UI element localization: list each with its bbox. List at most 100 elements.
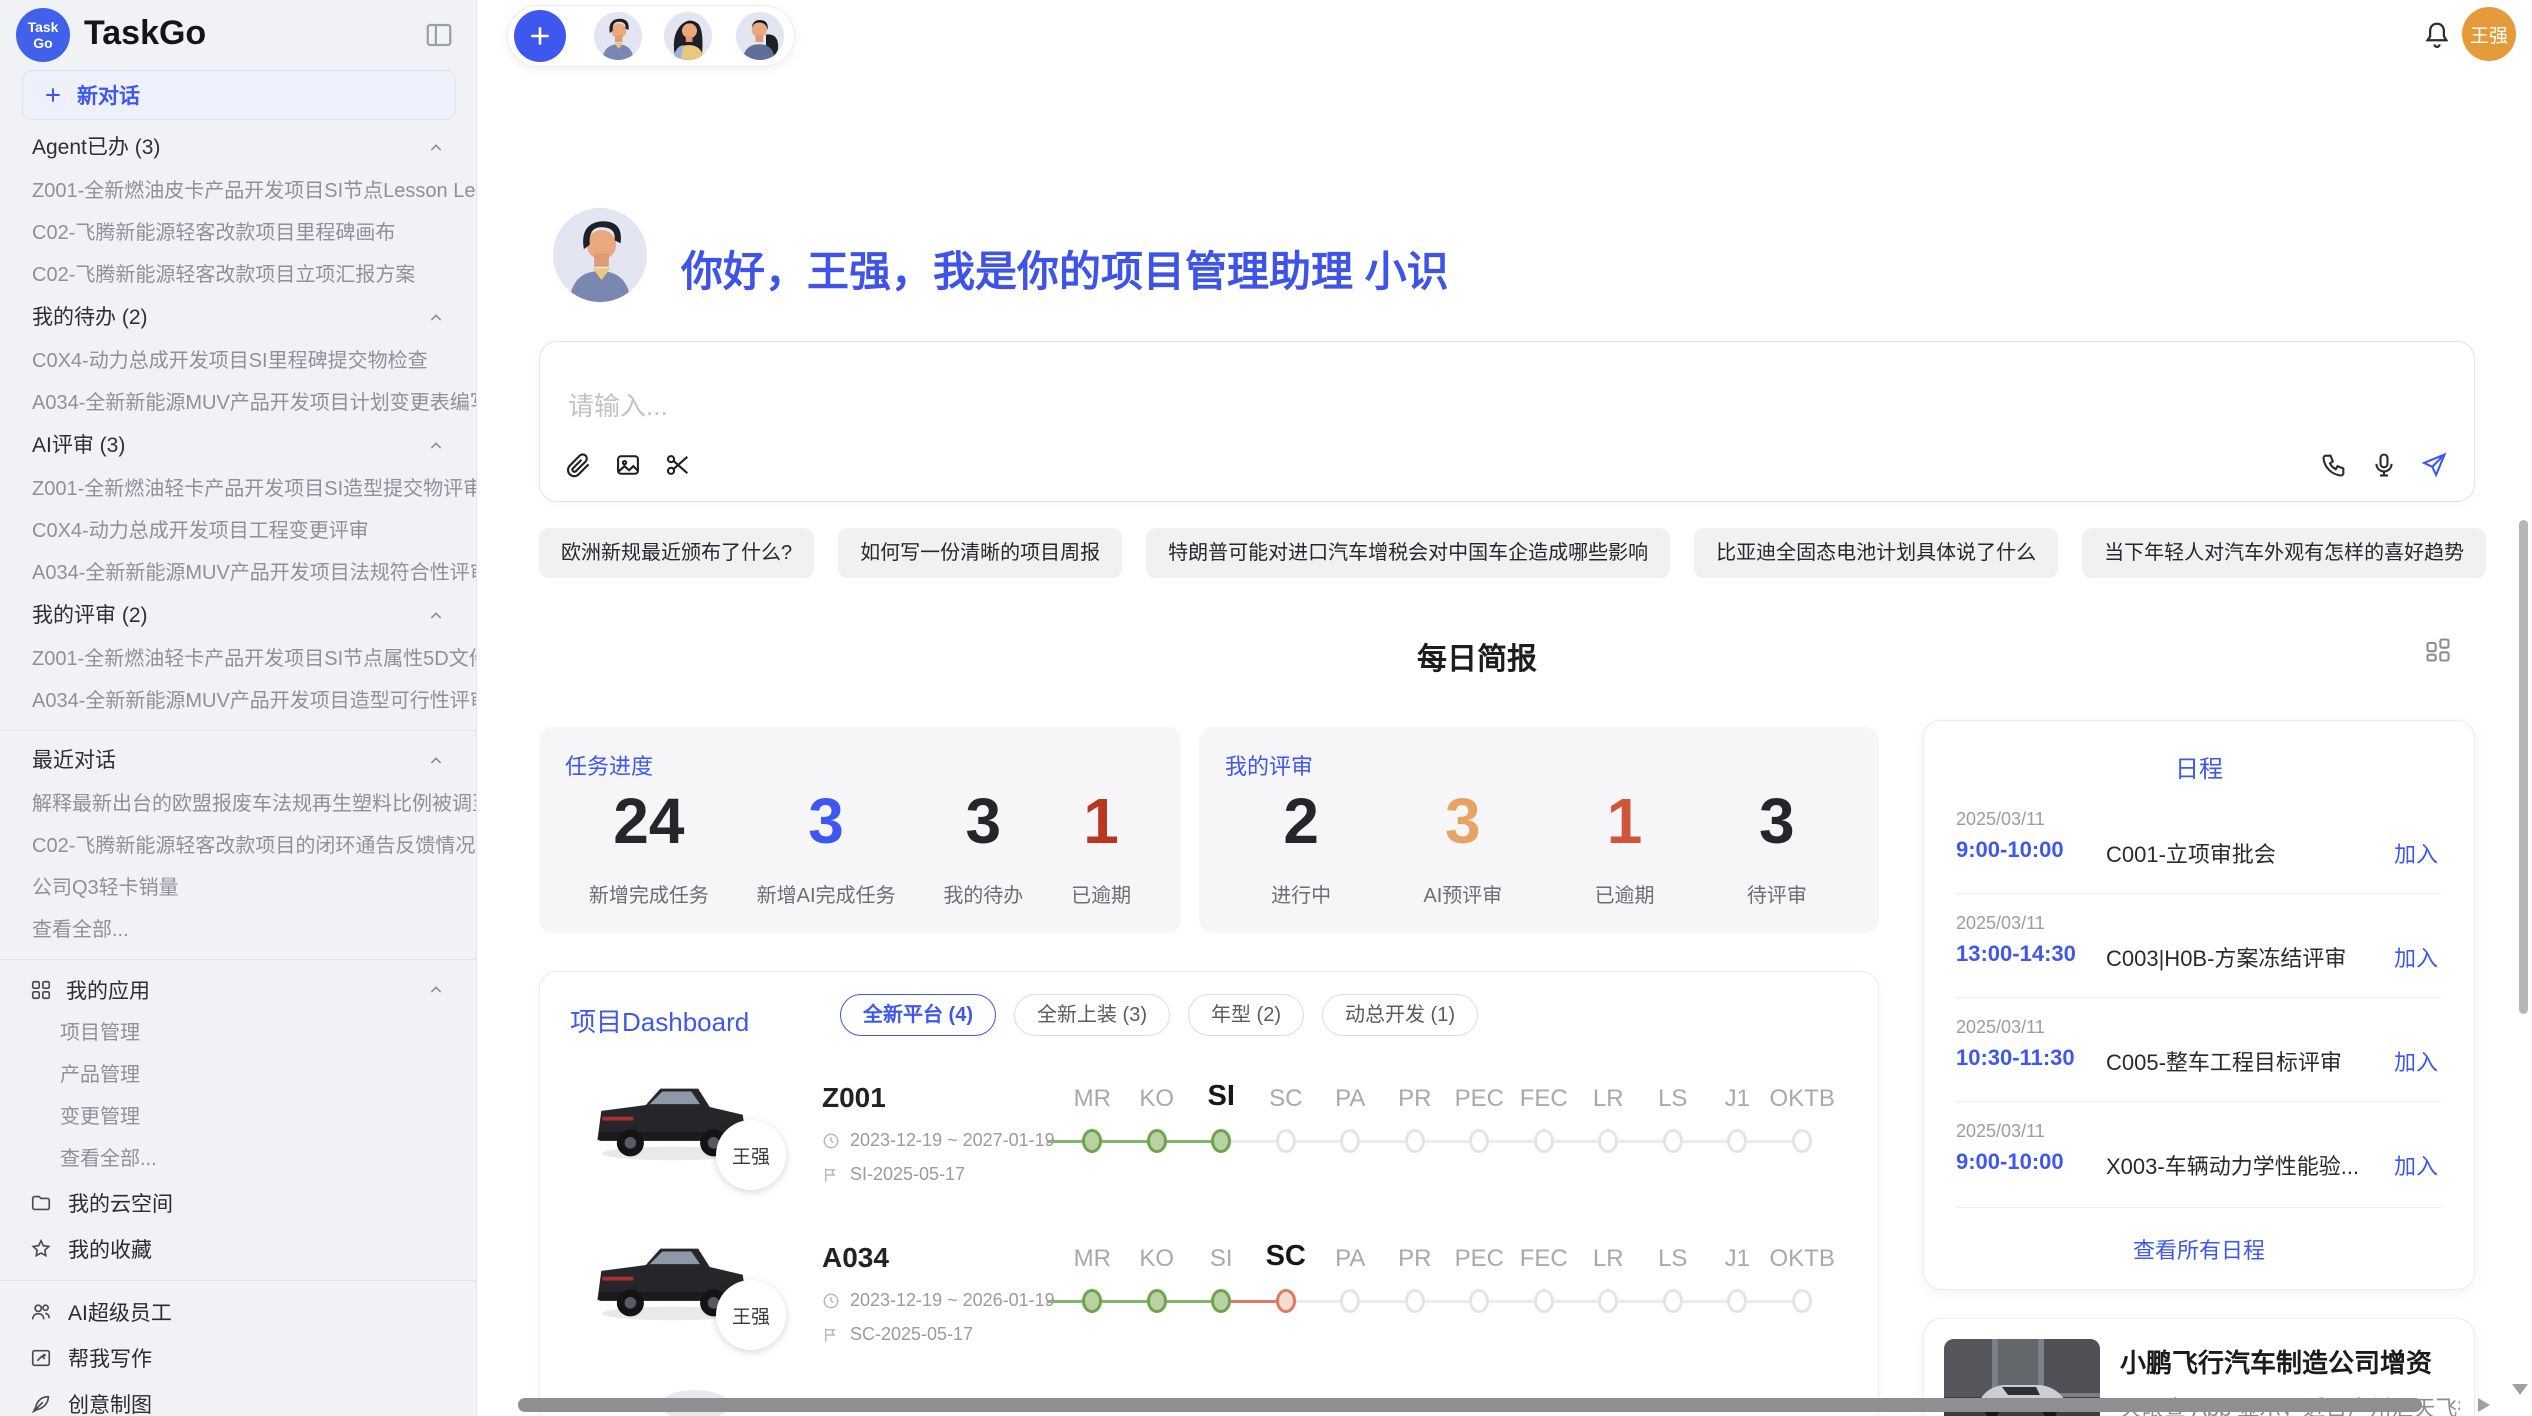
recent-chat-item[interactable]: 解释最新出台的欧盟报废车法规再生塑料比例被调至15%... (0, 783, 476, 825)
main-area: 王强 你好，王强，我是你的项目管理助理 小识 (477, 0, 2532, 1416)
sidebar-item[interactable]: A034-全新新能源MUV产品开发项目造型可行性评审 (0, 680, 476, 722)
sidebar-collapse-icon[interactable] (424, 20, 454, 50)
milestone-label: LS (1641, 1087, 1706, 1111)
view-all-schedule-link[interactable]: 查看所有日程 (1924, 1233, 2474, 1265)
milestone-dot-done (1211, 1289, 1231, 1313)
sidebar-section-ai-review[interactable]: AI评审 (3) (0, 424, 476, 468)
divider (0, 730, 476, 731)
sidebar-item-favorites[interactable]: 我的收藏 (0, 1226, 476, 1272)
sidebar-item-cloud-space[interactable]: 我的云空间 (0, 1180, 476, 1226)
sidebar-item-creative-drawing[interactable]: 创意制图 (0, 1381, 476, 1416)
sidebar-item-help-me-write[interactable]: 帮我写作 (0, 1335, 476, 1381)
scroll-down-arrow[interactable] (2512, 1384, 2528, 1395)
layout-grid-icon[interactable] (2424, 636, 2452, 664)
project-code[interactable]: A034 (822, 1242, 889, 1274)
quill-icon (30, 1393, 52, 1415)
sidebar-section-my-review[interactable]: 我的评审 (2) (0, 594, 476, 638)
chevron-up-icon[interactable] (428, 438, 444, 454)
sidebar-item[interactable]: Z001-全新燃油皮卡产品开发项目SI节点Lesson Learn报告 (0, 170, 476, 212)
milestone-dot-done (1082, 1129, 1102, 1153)
sidebar-item[interactable]: C02-飞腾新能源轻客改款项目立项汇报方案 (0, 254, 476, 296)
milestone-dot (1405, 1289, 1425, 1313)
app-item-change-mgmt[interactable]: 变更管理 (0, 1096, 476, 1138)
microphone-icon[interactable] (2370, 451, 2398, 479)
sidebar-section-my-todo[interactable]: 我的待办 (2) (0, 296, 476, 340)
milestone-dot (1727, 1129, 1747, 1153)
users-icon (30, 1301, 52, 1323)
send-icon[interactable] (2420, 451, 2448, 479)
milestone-dot (1663, 1289, 1683, 1313)
tab-new-platform[interactable]: 全新平台 (4) (840, 994, 996, 1036)
event-join-link[interactable]: 加入 (2394, 941, 2438, 973)
card-title: 我的评审 (1225, 749, 1313, 781)
sidebar-section-my-apps[interactable]: 我的应用 (0, 968, 476, 1012)
chevron-up-icon[interactable] (428, 982, 444, 998)
add-agent-button[interactable] (514, 10, 566, 62)
agent-avatar-1[interactable] (594, 12, 642, 60)
project-dates: 2023-12-19 ~ 2026-01-19 (822, 1290, 1055, 1311)
sidebar-item[interactable]: A034-全新新能源MUV产品开发项目计划变更表编写 (0, 382, 476, 424)
attachment-icon[interactable] (564, 451, 592, 479)
tab-model-year[interactable]: 年型 (2) (1188, 994, 1304, 1036)
app-item-project-mgmt[interactable]: 项目管理 (0, 1012, 476, 1054)
chat-input[interactable] (566, 390, 1970, 423)
milestone-dot-done (1147, 1289, 1167, 1313)
recent-chat-item[interactable]: C02-飞腾新能源轻客改款项目的闭环通告反馈情况 (0, 825, 476, 867)
project-code[interactable]: Z001 (822, 1082, 886, 1114)
sidebar-item[interactable]: Z001-全新燃油轻卡产品开发项目SI节点属性5D文件评审 (0, 638, 476, 680)
suggestion-chip[interactable]: 比亚迪全固态电池计划具体说了什么 (1694, 528, 2058, 578)
suggestion-chip[interactable]: 当下年轻人对汽车外观有怎样的喜好趋势 (2082, 528, 2486, 578)
event-join-link[interactable]: 加入 (2394, 837, 2438, 869)
clock-icon (822, 1132, 840, 1150)
milestone-label: J1 (1705, 1087, 1770, 1111)
agent-avatar-3[interactable] (736, 12, 784, 60)
sidebar-section-recent[interactable]: 最近对话 (0, 739, 476, 783)
chevron-up-icon[interactable] (428, 310, 444, 326)
user-avatar[interactable]: 王强 (2462, 7, 2516, 61)
suggestion-chip[interactable]: 特朗普可能对进口汽车增税会对中国车企造成哪些影响 (1146, 528, 1670, 578)
sidebar-item[interactable]: C02-飞腾新能源轻客改款项目里程碑画布 (0, 212, 476, 254)
event-join-link[interactable]: 加入 (2394, 1149, 2438, 1181)
horizontal-scrollbar[interactable] (518, 1398, 2422, 1412)
phone-call-icon[interactable] (2320, 451, 2348, 479)
tab-new-body[interactable]: 全新上装 (3) (1014, 994, 1170, 1036)
notification-bell-icon[interactable] (2422, 20, 2452, 50)
scroll-right-arrow[interactable] (2478, 1398, 2490, 1412)
new-chat-button[interactable]: 新对话 (22, 70, 456, 120)
chevron-up-icon[interactable] (428, 753, 444, 769)
suggestion-chip[interactable]: 欧洲新规最近颁布了什么? (539, 528, 814, 578)
milestone-label-current: SC (1254, 1242, 1319, 1271)
vertical-scrollbar[interactable] (2519, 520, 2528, 1014)
recent-chat-item[interactable]: 公司Q3轻卡销量 (0, 867, 476, 909)
agent-avatar-2[interactable] (664, 12, 712, 60)
event-join-link[interactable]: 加入 (2394, 1045, 2438, 1077)
chevron-up-icon[interactable] (428, 608, 444, 624)
tab-powertrain[interactable]: 动总开发 (1) (1322, 994, 1478, 1036)
scissors-icon[interactable] (664, 451, 692, 479)
stat-in-progress: 2 进行中 (1271, 789, 1331, 908)
sidebar-item[interactable]: Z001-全新燃油轻卡产品开发项目SI造型提交物评审 (0, 468, 476, 510)
person-avatar-icon (594, 12, 642, 60)
section-title: 我的评审 (2) (32, 604, 148, 627)
stat-new-ai-completed: 3 新增AI完成任务 (757, 789, 896, 908)
chevron-up-icon[interactable] (428, 140, 444, 156)
sidebar-section-agent-done[interactable]: Agent已办 (3) (0, 126, 476, 170)
milestone-label: LR (1576, 1247, 1641, 1271)
image-icon[interactable] (614, 451, 642, 479)
recent-view-all[interactable]: 查看全部... (0, 909, 476, 951)
section-title: 最近对话 (32, 749, 116, 772)
milestone-dot (1469, 1129, 1489, 1153)
app-item-product-mgmt[interactable]: 产品管理 (0, 1054, 476, 1096)
sidebar-item[interactable]: A034-全新新能源MUV产品开发项目法规符合性评审 (0, 552, 476, 594)
sidebar-item[interactable]: C0X4-动力总成开发项目SI里程碑提交物检查 (0, 340, 476, 382)
milestone-dot (1534, 1129, 1554, 1153)
milestone-dot (1598, 1289, 1618, 1313)
sidebar-item-ai-super-staff[interactable]: AI超级员工 (0, 1289, 476, 1335)
apps-view-all[interactable]: 查看全部... (0, 1138, 476, 1180)
divider (0, 959, 476, 960)
event-date: 2025/03/11 (1956, 1121, 2045, 1142)
sidebar-item[interactable]: C0X4-动力总成开发项目工程变更评审 (0, 510, 476, 552)
suggestion-chip[interactable]: 如何写一份清晰的项目周报 (838, 528, 1122, 578)
stat-review-overdue: 1 已逾期 (1595, 789, 1655, 908)
app-logo-text-bottom: Go (33, 35, 52, 51)
